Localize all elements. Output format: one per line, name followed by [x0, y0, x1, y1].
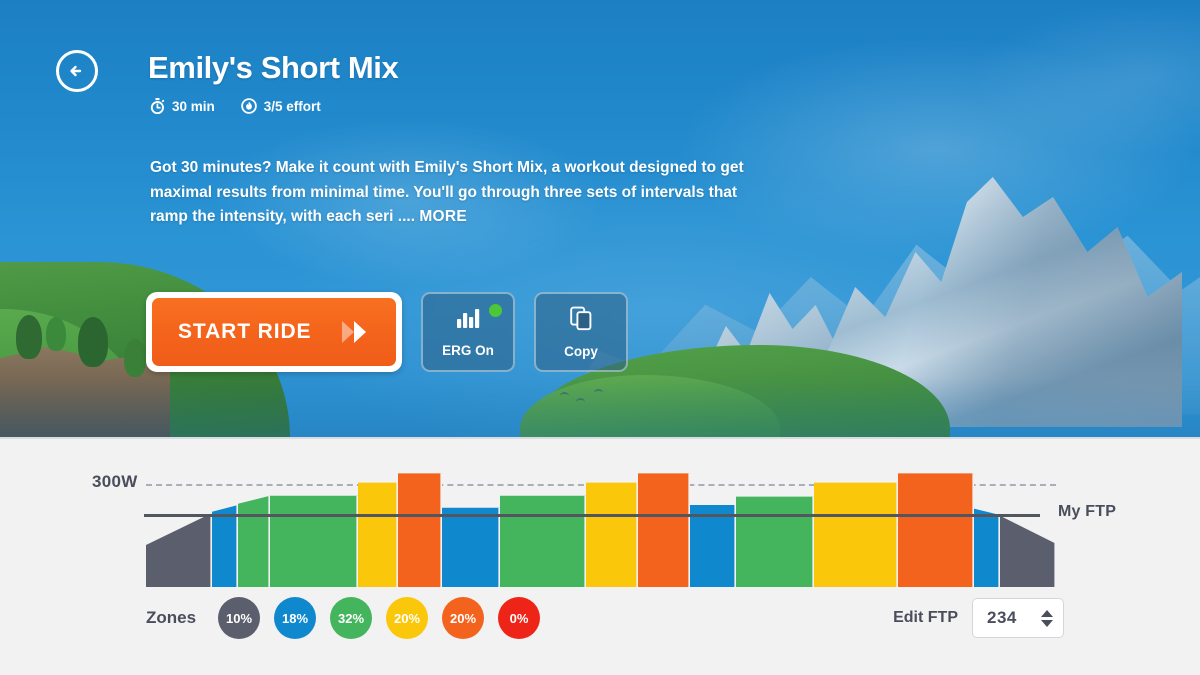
ftp-stepper[interactable]	[1041, 609, 1053, 627]
back-button[interactable]	[56, 50, 98, 92]
ftp-input[interactable]: 234	[972, 598, 1064, 638]
stepper-up-icon[interactable]	[1041, 609, 1053, 617]
ftp-line	[144, 514, 1040, 517]
profile-segment-green-block-1	[270, 495, 358, 587]
profile-segment-yellow-2	[586, 482, 638, 587]
profile-segment-blue-2	[442, 507, 500, 587]
profile-segment-divider	[236, 505, 238, 587]
start-ride-inner: START RIDE	[152, 298, 396, 366]
workout-detail-screen: Emily's Short Mix 30 min 3/5 effort Got …	[0, 0, 1200, 675]
effort-meta: 3/5 effort	[240, 98, 321, 114]
profile-segment-cooldown-ramp	[1000, 515, 1056, 587]
edit-ftp-label: Edit FTP	[893, 609, 958, 626]
tree-3	[78, 317, 108, 367]
profile-segment-divider	[734, 505, 736, 587]
workout-meta: 30 min 3/5 effort	[150, 98, 321, 114]
edit-ftp-control: Edit FTP 234	[893, 598, 1064, 638]
zones-legend: Zones 10% 18% 32% 20% 20% 0%	[146, 597, 541, 639]
hero-bottom-fade	[0, 377, 1200, 437]
zone-percent: 10%	[226, 610, 253, 626]
flame-circle-icon	[240, 98, 257, 114]
power-axis-label: 300W	[92, 472, 138, 491]
zone-bubble-4[interactable]: 20%	[386, 597, 429, 639]
profile-segment-yellow-1	[358, 482, 398, 587]
description-more-link[interactable]: MORE	[419, 208, 467, 225]
action-bar: START RIDE ERG On Copy	[146, 292, 628, 372]
zone-bubble-1[interactable]: 10%	[218, 597, 261, 639]
profile-segment-divider	[812, 496, 814, 587]
arrow-left-circle-icon	[66, 60, 88, 82]
profile-segment-blue-1	[212, 505, 238, 587]
ftp-value: 234	[987, 608, 1017, 627]
zone-percent: 18%	[282, 610, 309, 626]
erg-status-indicator	[489, 304, 502, 317]
profile-segment-divider	[1054, 515, 1056, 587]
profile-segment-green-block-3	[736, 496, 814, 587]
erg-toggle-button[interactable]: ERG On	[421, 292, 515, 372]
profile-segment-divider	[498, 507, 500, 587]
zone-percent: 32%	[338, 610, 365, 626]
stopwatch-icon	[150, 98, 165, 114]
profile-segment-divider	[896, 482, 898, 587]
zones-label: Zones	[146, 608, 197, 627]
profile-segment-divider	[688, 473, 690, 587]
profile-segment-orange-1	[398, 473, 442, 587]
profile-segment-orange-2	[638, 473, 690, 587]
workout-description: Got 30 minutes? Make it count with Emily…	[150, 156, 750, 230]
stepper-down-icon[interactable]	[1041, 619, 1053, 627]
tree-2	[46, 317, 66, 351]
profile-segment-divider	[998, 508, 1000, 587]
zone-percent: 20%	[450, 610, 477, 626]
workout-profile-chart[interactable]	[146, 460, 1056, 587]
zone-bubble-5[interactable]: 20%	[442, 597, 485, 639]
profile-segment-divider	[356, 495, 358, 587]
tree-4	[124, 339, 146, 377]
profile-segment-divider	[440, 473, 442, 587]
profile-segment-blue-3	[690, 505, 736, 587]
duration-label: 30 min	[172, 98, 215, 114]
profile-segment-blue-4	[974, 508, 1000, 587]
profile-segment-divider	[396, 482, 398, 587]
zone-bubble-2[interactable]: 18%	[274, 597, 317, 639]
double-chevron-right-icon	[334, 317, 374, 347]
zone-percent: 20%	[394, 610, 421, 626]
copy-icon	[568, 305, 594, 336]
copy-button[interactable]: Copy	[534, 292, 628, 372]
hero-banner: Emily's Short Mix 30 min 3/5 effort Got …	[0, 0, 1200, 437]
copy-label: Copy	[564, 344, 598, 359]
zone-bubble-6[interactable]: 0%	[498, 597, 541, 639]
profile-segment-divider	[268, 495, 270, 587]
start-ride-button[interactable]: START RIDE	[146, 292, 402, 372]
ftp-line-label: My FTP	[1058, 503, 1117, 520]
zone-percent: 0%	[509, 610, 529, 626]
zone-bubble-3[interactable]: 32%	[330, 597, 373, 639]
bar-chart-icon	[455, 306, 481, 335]
profile-segment-divider	[210, 513, 212, 587]
profile-segment-divider	[584, 495, 586, 587]
duration-meta: 30 min	[150, 98, 215, 114]
profile-segment-yellow-3	[814, 482, 898, 587]
profile-segment-divider	[972, 473, 974, 587]
profile-segment-warmup-ramp	[146, 513, 212, 587]
profile-segment-orange-3	[898, 473, 974, 587]
erg-label: ERG On	[442, 343, 494, 358]
effort-label: 3/5 effort	[263, 98, 321, 114]
tree-1	[16, 315, 42, 359]
profile-segment-green-block-2	[500, 495, 586, 587]
profile-segment-green-ramp	[238, 495, 270, 587]
profile-segment-divider	[636, 482, 638, 587]
start-ride-label: START RIDE	[178, 320, 312, 343]
page-title: Emily's Short Mix	[148, 50, 399, 85]
